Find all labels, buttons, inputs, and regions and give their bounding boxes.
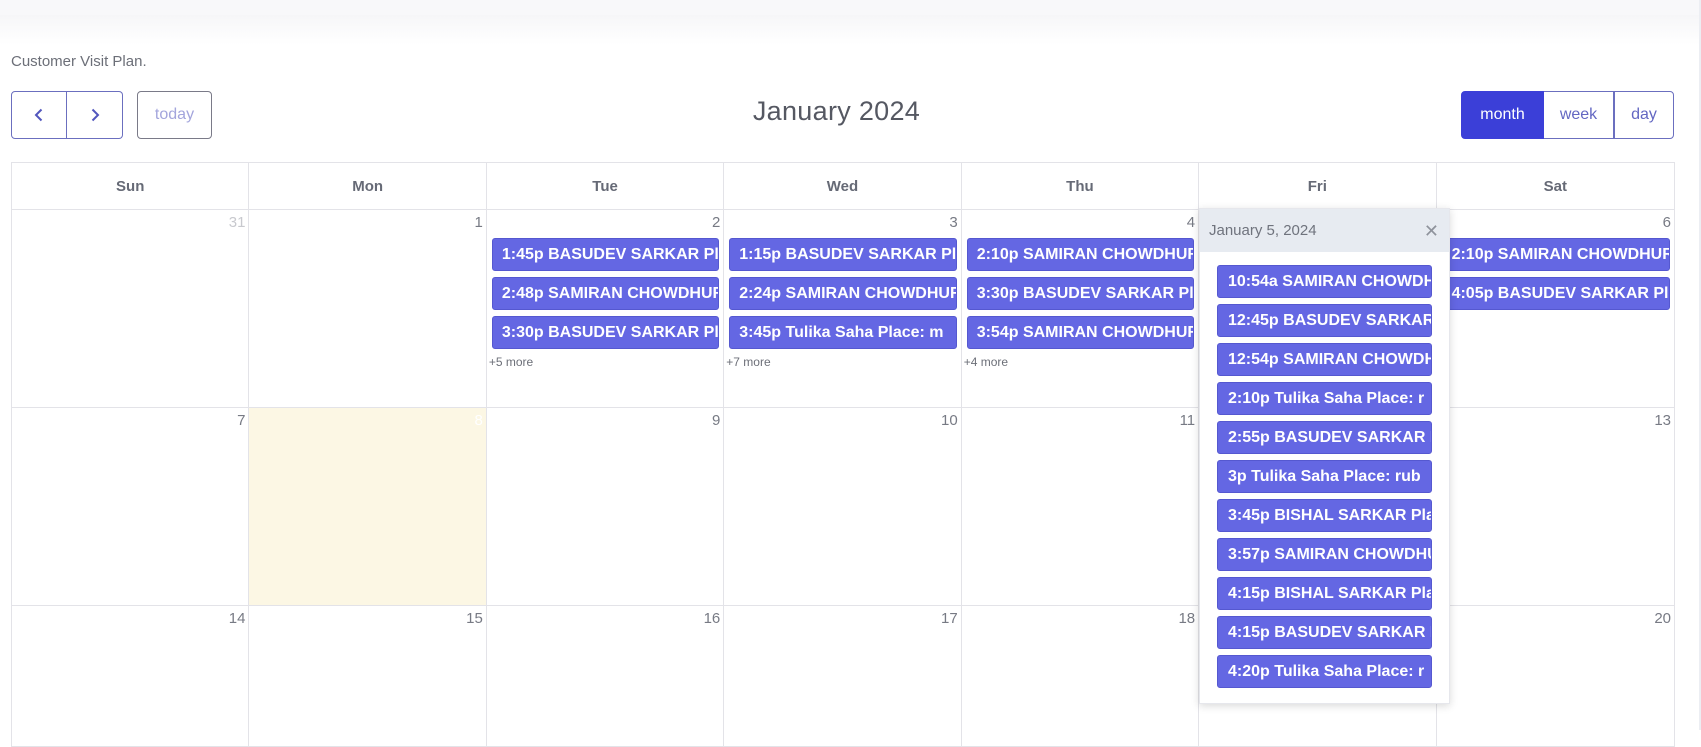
day-number[interactable]: 20 — [1654, 610, 1671, 627]
popover-event[interactable]: 4:15p BISHAL SARKAR Place — [1217, 577, 1432, 610]
day-cell[interactable]: 15 — [249, 606, 487, 746]
day-cell[interactable]: 11 — [962, 408, 1200, 605]
day-number[interactable]: 7 — [237, 412, 245, 429]
weekday-tue: Tue — [487, 163, 725, 209]
event[interactable]: 2:48p SAMIRAN CHOWDHURY — [491, 277, 720, 310]
weekday-wed: Wed — [724, 163, 962, 209]
popover-event[interactable]: 2:10p Tulika Saha Place: r — [1217, 382, 1432, 415]
popover-event[interactable]: 4:15p BASUDEV SARKAR Place — [1217, 616, 1432, 649]
day-number[interactable]: 1 — [475, 214, 483, 231]
day-number[interactable]: 4 — [1187, 214, 1195, 231]
day-number[interactable]: 10 — [941, 412, 958, 429]
calendar-title: January 2024 — [752, 96, 921, 126]
day-cell[interactable]: 4 2:10p SAMIRAN CHOWDHURY 3:30p BASUDEV SA… — [962, 210, 1200, 407]
more-events-link[interactable]: +7 more — [726, 355, 956, 369]
event[interactable]: 2:10p SAMIRAN CHOWDHURY — [966, 238, 1195, 271]
popover-header: January 5, 2024 ✕ — [1200, 209, 1449, 252]
weekday-fri: Fri — [1199, 163, 1437, 209]
day-cell[interactable]: 18 — [962, 606, 1200, 746]
day-cell[interactable]: 6 2:10p SAMIRAN CHOWDHURY 4:05p BASUDEV SA… — [1437, 210, 1674, 407]
top-bar-shadow — [0, 15, 1701, 45]
day-cell[interactable]: 7 — [12, 408, 250, 605]
day-cell[interactable]: 13 — [1437, 408, 1674, 605]
day-number[interactable]: 2 — [712, 214, 720, 231]
day-number[interactable]: 16 — [704, 610, 721, 627]
day-cell[interactable]: 9 — [487, 408, 725, 605]
weekday-header: Sun Mon Tue Wed Thu Fri Sat — [12, 163, 1674, 210]
weekday-sun: Sun — [12, 163, 250, 209]
day-number[interactable]: 31 — [229, 214, 246, 231]
day-cell[interactable]: 14 — [12, 606, 250, 746]
popover-event[interactable]: 12:54p SAMIRAN CHOWDHURY — [1217, 343, 1432, 376]
day-cell[interactable]: 20 — [1437, 606, 1674, 746]
popover-event[interactable]: 3p Tulika Saha Place: rub — [1217, 460, 1432, 493]
popover-event[interactable]: 3:45p BISHAL SARKAR Place — [1217, 499, 1432, 532]
event[interactable]: 3:30p BASUDEV SARKAR Place — [491, 316, 720, 349]
popover-event-list: 10:54a SAMIRAN CHOWDHURY 12:45p BASUDEV S… — [1200, 252, 1449, 688]
day-cell[interactable]: 1 — [249, 210, 487, 407]
more-events-link[interactable]: +4 more — [964, 355, 1194, 369]
day-number[interactable]: 8 — [475, 412, 483, 429]
day-number[interactable]: 15 — [466, 610, 483, 627]
day-cell[interactable]: 31 — [12, 210, 250, 407]
day-number[interactable]: 3 — [949, 214, 957, 231]
view-week-button[interactable]: week — [1544, 91, 1614, 139]
view-switcher: month week day — [1461, 91, 1674, 139]
day-cell[interactable]: 16 — [487, 606, 725, 746]
event-list: 2:10p SAMIRAN CHOWDHURY 3:30p BASUDEV SAR… — [964, 238, 1195, 369]
day-cell[interactable]: 2 1:45p BASUDEV SARKAR Place 2:48p SAMIRAN… — [487, 210, 725, 407]
day-number[interactable]: 13 — [1654, 412, 1671, 429]
popover-event[interactable]: 4:20p Tulika Saha Place: r — [1217, 655, 1432, 688]
more-events-popover: January 5, 2024 ✕ 10:54a SAMIRAN CHOWDHU… — [1199, 208, 1450, 704]
popover-event[interactable]: 3:57p SAMIRAN CHOWDHURY — [1217, 538, 1432, 571]
day-cell[interactable]: 10 — [724, 408, 962, 605]
more-events-link[interactable]: +5 more — [489, 355, 719, 369]
day-cell-today[interactable]: 8 — [249, 408, 487, 605]
top-bar — [0, 0, 1701, 15]
popover-event[interactable]: 10:54a SAMIRAN CHOWDHURY — [1217, 265, 1432, 298]
event-list: 2:10p SAMIRAN CHOWDHURY 4:05p BASUDEV SAR… — [1441, 238, 1670, 316]
day-number[interactable]: 6 — [1663, 214, 1671, 231]
view-month-button[interactable]: month — [1461, 91, 1544, 139]
weekday-thu: Thu — [962, 163, 1200, 209]
day-number[interactable]: 17 — [941, 610, 958, 627]
view-day-button[interactable]: day — [1614, 91, 1674, 139]
event[interactable]: 1:45p BASUDEV SARKAR Place — [491, 238, 720, 271]
day-number[interactable]: 9 — [712, 412, 720, 429]
day-number[interactable]: 18 — [1178, 610, 1195, 627]
event[interactable]: 1:15p BASUDEV SARKAR Place — [729, 238, 957, 271]
event[interactable]: 3:54p SAMIRAN CHOWDHURY — [966, 316, 1195, 349]
event-list: 1:45p BASUDEV SARKAR Place 2:48p SAMIRAN … — [489, 238, 720, 369]
event[interactable]: 3:45p Tulika Saha Place: m — [729, 316, 957, 349]
popover-title: January 5, 2024 — [1209, 222, 1317, 239]
weekday-mon: Mon — [249, 163, 487, 209]
event[interactable]: 2:10p SAMIRAN CHOWDHURY — [1441, 238, 1670, 271]
day-cell[interactable]: 3 1:15p BASUDEV SARKAR Place 2:24p SAMIRAN… — [724, 210, 962, 407]
weekday-sat: Sat — [1543, 177, 1567, 195]
event[interactable]: 2:24p SAMIRAN CHOWDHURY — [729, 277, 957, 310]
event[interactable]: 4:05p BASUDEV SARKAR Place — [1441, 277, 1670, 310]
event-list: 1:15p BASUDEV SARKAR Place 2:24p SAMIRAN … — [726, 238, 957, 369]
day-number[interactable]: 14 — [229, 610, 246, 627]
event[interactable]: 3:30p BASUDEV SARKAR Place — [966, 277, 1195, 310]
day-number[interactable]: 11 — [1180, 412, 1196, 429]
popover-event[interactable]: 12:45p BASUDEV SARKAR Place — [1217, 304, 1432, 337]
page-label: Customer Visit Plan. — [11, 53, 147, 70]
close-icon[interactable]: ✕ — [1424, 222, 1439, 240]
day-cell[interactable]: 17 — [724, 606, 962, 746]
popover-event[interactable]: 2:55p BASUDEV SARKAR Place — [1217, 421, 1432, 454]
